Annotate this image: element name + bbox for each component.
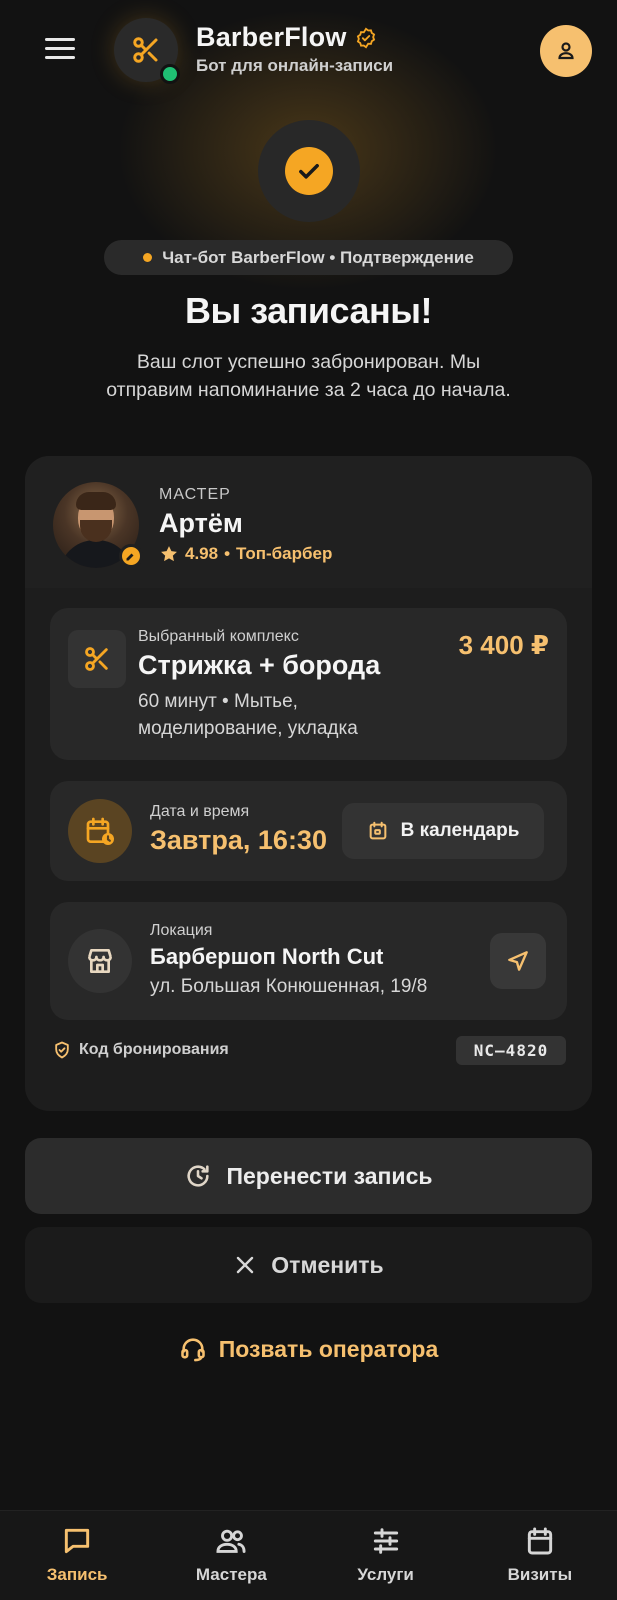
master-label: МАСТЕР — [159, 486, 231, 503]
master-name: Артём — [159, 508, 243, 538]
service-description: 60 минут • Мытье, моделирование, укладка — [138, 691, 358, 739]
verified-badge-icon — [356, 27, 375, 48]
check-circle-icon — [285, 147, 333, 195]
rating-separator: • — [224, 544, 231, 563]
hamburger-line — [45, 56, 75, 59]
users-icon — [216, 1529, 246, 1553]
navigate-button[interactable] — [490, 933, 546, 989]
booking-code-label: Код бронирования — [79, 1041, 229, 1058]
location-box: Локация Барбершоп North Cut ул. Большая … — [50, 902, 567, 1020]
service-price: 3 400 ₽ — [458, 630, 549, 660]
reschedule-button[interactable]: Перенести запись — [25, 1138, 592, 1214]
nav-label-visits: Визиты — [507, 1565, 573, 1584]
nav-item-booking[interactable]: Запись — [0, 1511, 154, 1600]
nav-item-services[interactable]: Услуги — [309, 1511, 463, 1600]
booking-code-row: Код бронирования — [52, 1040, 229, 1060]
add-to-calendar-button[interactable]: В календарь — [342, 803, 544, 859]
success-indicator — [258, 120, 360, 222]
cancel-button[interactable]: Отменить — [25, 1227, 592, 1303]
master-section: МАСТЕР Артём 4.98 • Топ-барбер — [25, 456, 592, 588]
reschedule-clock-icon — [187, 1165, 210, 1187]
datetime-box: Дата и время Завтра, 16:30 В календарь — [50, 781, 567, 881]
service-box: Выбранный комплекс Стрижка + борода 60 м… — [50, 608, 567, 760]
chat-icon — [64, 1528, 90, 1554]
nav-item-masters[interactable]: Мастера — [154, 1511, 308, 1600]
app-header: BarberFlow Бот для онлайн-записи — [0, 0, 617, 100]
location-label: Локация — [150, 922, 213, 939]
brand-block: BarberFlow Бот для онлайн-записи — [196, 22, 393, 76]
master-rank: Топ-барбер — [236, 544, 333, 563]
avatar-beard — [80, 520, 112, 542]
hamburger-line — [45, 47, 75, 50]
hamburger-menu-icon — [45, 38, 75, 41]
call-operator-label: Позвать оператора — [218, 1335, 439, 1362]
bottom-navigation: Запись Мастера Услуги Визиты — [0, 1510, 617, 1600]
online-status-dot — [160, 64, 180, 84]
call-operator-button[interactable]: Позвать оператора — [150, 1326, 467, 1372]
calendar-clock-icon — [86, 817, 114, 845]
service-label: Выбранный комплекс — [138, 628, 299, 645]
headset-icon — [180, 1338, 205, 1362]
cancel-label: Отменить — [271, 1251, 384, 1278]
location-name: Барбершоп North Cut — [150, 944, 384, 969]
nav-item-visits[interactable]: Визиты — [463, 1511, 617, 1600]
location-icon-circle — [68, 929, 132, 993]
avatar-hair — [76, 492, 116, 510]
reschedule-label: Перенести запись — [226, 1162, 433, 1189]
status-dot — [143, 253, 153, 262]
status-pill-text: Чат-бот BarberFlow • Подтверждение — [162, 247, 474, 267]
nav-label-services: Услуги — [357, 1565, 414, 1584]
calendar-icon — [527, 1527, 553, 1555]
user-icon — [558, 42, 574, 60]
menu-button[interactable] — [40, 33, 80, 63]
store-icon — [88, 949, 112, 973]
nav-label-booking: Запись — [46, 1565, 108, 1584]
status-pill: Чат-бот BarberFlow • Подтверждение — [104, 240, 513, 275]
scissors-icon — [85, 647, 108, 671]
page-subtitle: Ваш слот успешно забронирован. Мы отправ… — [106, 351, 511, 401]
service-name: Стрижка + борода — [138, 650, 381, 680]
navigation-arrow-icon — [508, 951, 528, 971]
page-title: Вы записаны! — [184, 290, 433, 331]
datetime-value: Завтра, 16:30 — [150, 825, 327, 855]
brand-subtitle: Бот для онлайн-записи — [196, 56, 394, 75]
nav-label-masters: Мастера — [195, 1565, 267, 1584]
razor-badge-icon — [119, 544, 143, 568]
close-icon — [237, 1256, 254, 1274]
booking-card: МАСТЕР Артём 4.98 • Топ-барбер Выбранный… — [25, 456, 592, 1111]
datetime-icon-circle — [68, 799, 132, 863]
brand-name: BarberFlow — [196, 22, 347, 52]
profile-button[interactable] — [540, 25, 592, 77]
calendar-icon — [369, 821, 386, 840]
datetime-label: Дата и время — [150, 803, 250, 820]
service-icon-box — [68, 630, 126, 688]
star-icon — [161, 546, 177, 562]
sliders-icon — [373, 1528, 398, 1554]
rating-value: 4.98 — [185, 544, 219, 563]
scissors-icon — [133, 37, 158, 63]
shield-check-icon — [55, 1041, 69, 1059]
booking-code: NC–4820 — [456, 1036, 566, 1065]
master-rating: 4.98 • Топ-барбер — [159, 544, 332, 564]
location-address: ул. Большая Конюшенная, 19/8 — [150, 976, 428, 997]
add-to-calendar-label: В календарь — [400, 820, 520, 841]
